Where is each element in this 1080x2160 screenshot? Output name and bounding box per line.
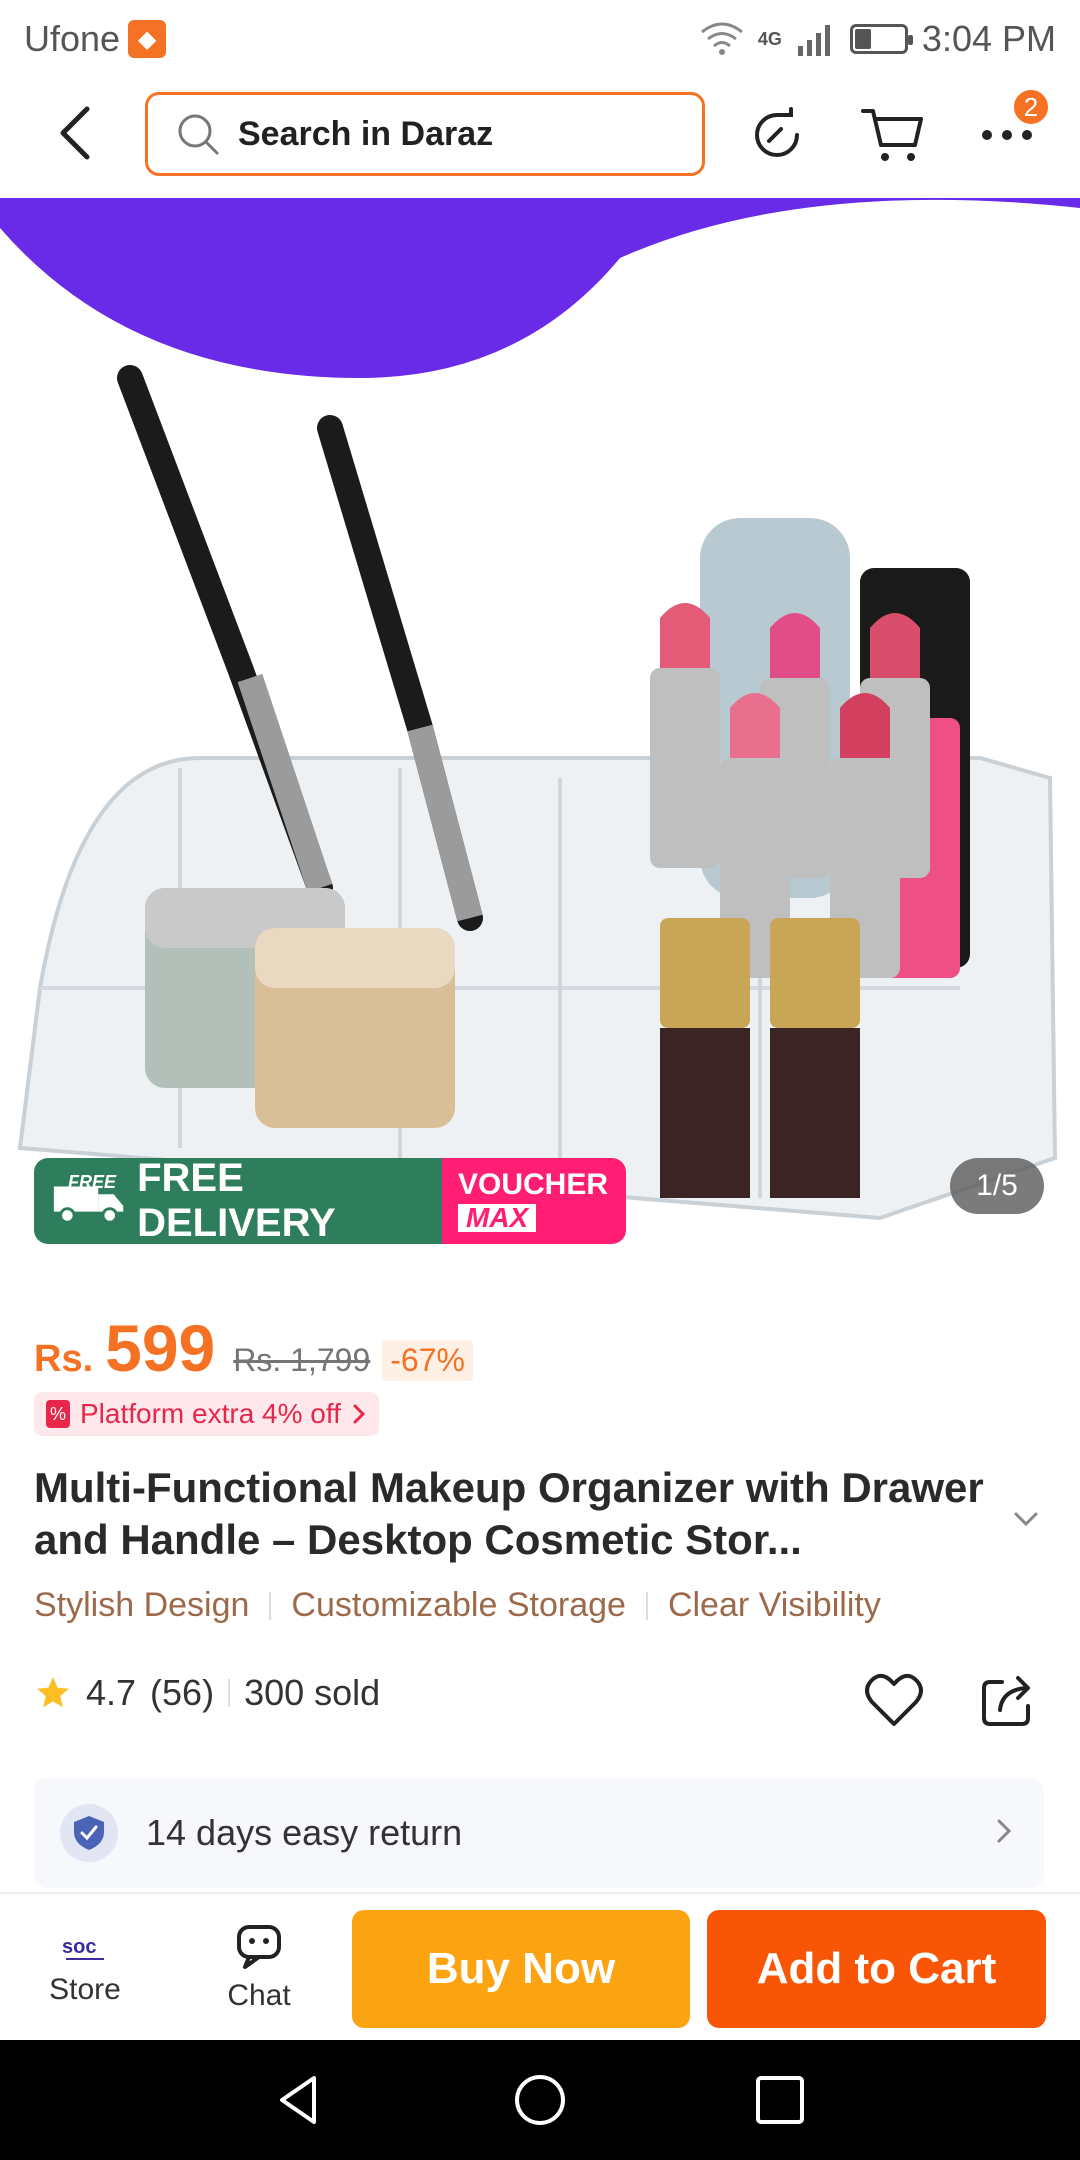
store-label: Store [49, 1973, 121, 2006]
search-icon [178, 114, 219, 155]
return-policy-label: 14 days easy return [146, 1812, 463, 1853]
history-icon [755, 107, 799, 157]
cart-button[interactable] [855, 98, 929, 172]
share-icon [982, 1676, 1030, 1726]
system-navigation-bar [0, 2040, 1080, 2160]
separator [645, 1591, 648, 1620]
heart-icon [865, 1673, 923, 1726]
image-counter: 1/5 [950, 1158, 1044, 1214]
review-count: (56) [150, 1672, 215, 1713]
rating-value: 4.7 [86, 1672, 137, 1713]
add-to-cart-button[interactable]: Add to Cart [707, 1910, 1046, 2028]
wishlist-button[interactable] [862, 1668, 926, 1732]
star-icon [37, 1677, 69, 1708]
chat-icon [237, 1925, 281, 1969]
daraz-notification-icon: ◆ [128, 20, 167, 58]
chevron-right-icon [353, 1404, 366, 1424]
chevron-right-icon [997, 1819, 1012, 1843]
network-type: 4G [757, 28, 782, 49]
store-logo-text: soc [62, 1936, 96, 1958]
more-button[interactable]: 2 [970, 88, 1050, 172]
buy-now-button[interactable]: Buy Now [352, 1910, 690, 2028]
rating-row[interactable]: 4.7 (56) 300 sold [34, 1672, 380, 1714]
clock: 3:04 PM [921, 18, 1056, 59]
chat-label: Chat [227, 1979, 291, 2012]
battery-icon [849, 24, 913, 54]
price-row: Rs. 599 Rs. 1,799 -67% [34, 1310, 473, 1386]
nav-back-icon[interactable] [270, 2070, 330, 2130]
nav-home-icon[interactable] [510, 2070, 570, 2130]
feature-tag: Clear Visibility [667, 1586, 881, 1624]
back-arrow-icon [60, 106, 90, 160]
voucher-text: VOUCHER [458, 1168, 609, 1201]
expand-title-chevron-icon[interactable] [1008, 1500, 1044, 1536]
store-button[interactable]: soc Store [10, 1908, 160, 2028]
separator [228, 1679, 231, 1707]
product-actions [862, 1668, 1040, 1732]
separator [269, 1591, 272, 1620]
more-icon [982, 130, 1032, 140]
chat-button[interactable]: Chat [184, 1908, 334, 2028]
free-tag: FREE [68, 1172, 117, 1192]
free-delivery-text: FREE DELIVERY [137, 1158, 336, 1244]
carrier-name: Ufone [24, 18, 121, 59]
product-image [0, 198, 1080, 1221]
platform-offer-chip[interactable]: % Platform extra 4% off [34, 1392, 379, 1436]
history-button[interactable] [740, 98, 814, 172]
original-price: Rs. 1,799 [233, 1342, 371, 1378]
price-currency: Rs. [34, 1338, 94, 1380]
store-logo-icon: soc [62, 1936, 104, 1960]
search-input[interactable] [238, 114, 618, 154]
current-price: 599 [105, 1311, 216, 1385]
return-policy-row[interactable]: 14 days easy return [34, 1778, 1044, 1888]
wifi-icon [700, 22, 743, 55]
feature-tags: Stylish Design Customizable Storage Clea… [34, 1586, 881, 1625]
free-delivery-voucher-banner[interactable]: FREE FREE DELIVERY VOUCHER MAX [34, 1158, 626, 1244]
status-bar: Ufone ◆ 4G 3:04 PM [0, 0, 1080, 78]
bottom-action-bar: soc Store Chat Buy Now Add to Cart [0, 1892, 1080, 2040]
signal-icon [797, 25, 830, 56]
nav-recents-icon[interactable] [750, 2070, 810, 2130]
product-image-gallery[interactable]: FREE FREE DELIVERY VOUCHER MAX 1/5 [0, 198, 1080, 1248]
search-bar[interactable] [145, 92, 705, 176]
share-button[interactable] [976, 1668, 1040, 1732]
voucher-max-text: MAX [458, 1204, 537, 1232]
feature-tag: Customizable Storage [291, 1586, 626, 1624]
sold-count: 300 sold [244, 1672, 381, 1713]
cart-icon [861, 109, 923, 161]
feature-tag: Stylish Design [34, 1586, 250, 1624]
notification-badge: 2 [1012, 88, 1050, 126]
discount-badge: -67% [382, 1340, 473, 1381]
product-title: Multi-Functional Makeup Organizer with D… [34, 1464, 984, 1563]
shield-icon [60, 1804, 118, 1862]
voucher-icon: % [46, 1400, 70, 1428]
back-button[interactable] [40, 98, 110, 168]
top-header: 2 [0, 78, 1080, 198]
platform-offer-label: Platform extra 4% off [80, 1398, 341, 1429]
